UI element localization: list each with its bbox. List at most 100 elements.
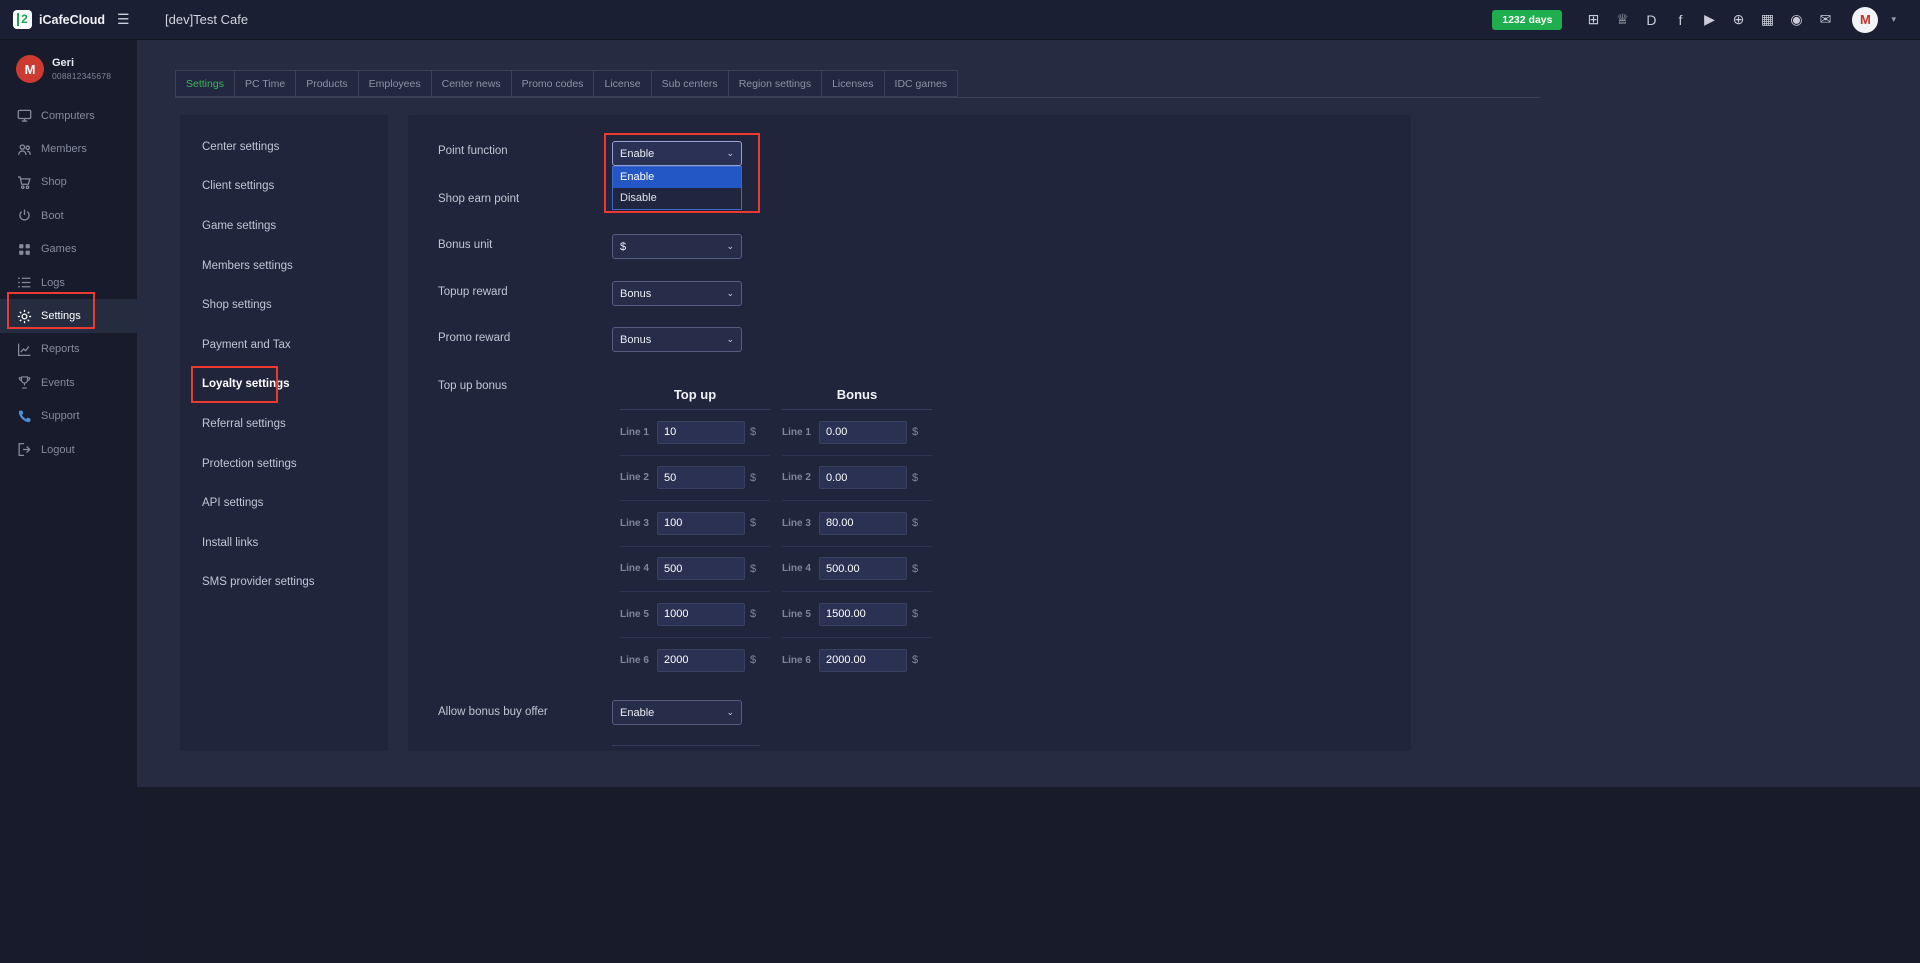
- tab-idc-games[interactable]: IDC games: [884, 70, 959, 97]
- line-label: Line 4: [620, 563, 657, 574]
- dropdown-option-enable[interactable]: Enable: [613, 167, 741, 188]
- settings-submenu: Center settings Client settings Game set…: [180, 115, 388, 751]
- sidebar-item-label: Logout: [41, 444, 75, 456]
- sidebar-item-label: Settings: [41, 310, 81, 322]
- sidebar-item-logout[interactable]: Logout: [0, 433, 137, 466]
- submenu-item-payment-and-tax[interactable]: Payment and Tax: [180, 325, 388, 365]
- card-icon[interactable]: ▦: [1759, 11, 1775, 28]
- currency-suffix: $: [912, 426, 918, 438]
- tab-licenses[interactable]: Licenses: [821, 70, 884, 97]
- sidebar-item-label: Boot: [41, 210, 64, 222]
- license-days-badge: 1232 days: [1492, 10, 1562, 30]
- table-row: Line 4 $: [782, 547, 932, 593]
- sidebar-item-support[interactable]: Support: [0, 400, 137, 433]
- tab-settings[interactable]: Settings: [175, 70, 235, 97]
- user-avatar[interactable]: M: [16, 55, 44, 83]
- mail-icon[interactable]: ✉: [1817, 11, 1833, 28]
- bonus-unit-select[interactable]: $ ⌄: [612, 234, 742, 259]
- games-icon: [17, 242, 32, 257]
- bonus-line-1-input[interactable]: [819, 421, 907, 444]
- bonus-line-6-input[interactable]: [819, 649, 907, 672]
- sidebar-item-label: Logs: [41, 277, 65, 289]
- topup-reward-select[interactable]: Bonus ⌄: [612, 281, 742, 306]
- topup-line-3-input[interactable]: [657, 512, 745, 535]
- tabbar: Settings PC Time Products Employees Cent…: [175, 70, 1540, 98]
- selected-value: Bonus: [620, 334, 651, 346]
- submenu-item-client-settings[interactable]: Client settings: [180, 167, 388, 207]
- bonus-line-2-input[interactable]: [819, 466, 907, 489]
- currency-suffix: $: [912, 517, 918, 529]
- line-label: Line 5: [620, 609, 657, 620]
- bonus-line-3-input[interactable]: [819, 512, 907, 535]
- app-logo-text: iCafeCloud: [39, 13, 105, 27]
- chevron-down-icon: ⌄: [726, 334, 734, 345]
- divider: [612, 745, 760, 746]
- point-function-select[interactable]: Enable ⌄: [612, 141, 742, 166]
- table-row: Line 4 $: [620, 547, 770, 593]
- menu-toggle-icon[interactable]: ☰: [117, 11, 130, 28]
- eye-icon[interactable]: ◉: [1788, 11, 1804, 28]
- field-label-shop-earn-point: Shop earn point: [438, 193, 519, 205]
- sidebar-item-members[interactable]: Members: [0, 132, 137, 165]
- submenu-item-game-settings[interactable]: Game settings: [180, 206, 388, 246]
- line-label: Line 6: [782, 655, 819, 666]
- sidebar-item-events[interactable]: Events: [0, 366, 137, 399]
- chevron-down-icon[interactable]: ▾: [1891, 14, 1896, 25]
- topup-line-4-input[interactable]: [657, 557, 745, 580]
- sidebar-item-games[interactable]: Games: [0, 233, 137, 266]
- field-label-bonus-unit: Bonus unit: [438, 239, 492, 251]
- facebook-icon[interactable]: f: [1672, 12, 1688, 28]
- sidebar-item-settings[interactable]: Settings: [0, 299, 137, 332]
- sidebar-item-shop[interactable]: Shop: [0, 166, 137, 199]
- topbar-actions: 1232 days ⊞ ♕ D f ▶ ⊕ ▦ ◉ ✉ M ▾: [1492, 7, 1920, 33]
- sidebar-item-computers[interactable]: Computers: [0, 99, 137, 132]
- tab-license[interactable]: License: [593, 70, 651, 97]
- table-row: Line 6 $: [620, 638, 770, 684]
- tab-products[interactable]: Products: [295, 70, 358, 97]
- sidebar-item-label: Computers: [41, 110, 95, 122]
- topup-line-1-input[interactable]: [657, 421, 745, 444]
- topup-line-5-input[interactable]: [657, 603, 745, 626]
- chevron-down-icon: ⌄: [726, 288, 734, 299]
- dropdown-option-disable[interactable]: Disable: [613, 188, 741, 209]
- submenu-item-referral-settings[interactable]: Referral settings: [180, 404, 388, 444]
- topup-line-6-input[interactable]: [657, 649, 745, 672]
- tab-sub-centers[interactable]: Sub centers: [651, 70, 729, 97]
- submenu-item-center-settings[interactable]: Center settings: [180, 127, 388, 167]
- sidebar-menu: Computers Members Shop Boot Games Logs S…: [0, 99, 137, 466]
- chevron-down-icon: ⌄: [726, 148, 734, 159]
- bonus-line-4-input[interactable]: [819, 557, 907, 580]
- allow-bonus-buy-offer-select[interactable]: Enable ⌄: [612, 700, 742, 725]
- submenu-item-loyalty-settings[interactable]: Loyalty settings: [180, 365, 388, 405]
- tab-center-news[interactable]: Center news: [431, 70, 512, 97]
- logs-icon: [17, 275, 32, 290]
- discord-icon[interactable]: D: [1643, 12, 1659, 28]
- field-label-top-up-bonus: Top up bonus: [438, 380, 507, 392]
- topbar: 2 iCafeCloud ☰ [dev]Test Cafe 1232 days …: [0, 0, 1920, 40]
- main-content: Settings PC Time Products Employees Cent…: [137, 40, 1920, 787]
- logo-area: 2 iCafeCloud ☰: [0, 10, 137, 29]
- submenu-item-protection-settings[interactable]: Protection settings: [180, 444, 388, 484]
- gear-icon: [17, 309, 32, 324]
- tab-region-settings[interactable]: Region settings: [728, 70, 822, 97]
- tab-promo-codes[interactable]: Promo codes: [511, 70, 595, 97]
- youtube-icon[interactable]: ▶: [1701, 11, 1717, 28]
- globe-icon[interactable]: ⊕: [1730, 11, 1746, 28]
- submenu-item-sms-provider-settings[interactable]: SMS provider settings: [180, 563, 388, 603]
- promo-reward-select[interactable]: Bonus ⌄: [612, 327, 742, 352]
- sidebar-item-reports[interactable]: Reports: [0, 333, 137, 366]
- trophy-icon[interactable]: ♕: [1614, 11, 1630, 28]
- submenu-item-members-settings[interactable]: Members settings: [180, 246, 388, 286]
- submenu-item-install-links[interactable]: Install links: [180, 523, 388, 563]
- field-label-topup-reward: Topup reward: [438, 286, 508, 298]
- tab-employees[interactable]: Employees: [358, 70, 432, 97]
- topup-line-2-input[interactable]: [657, 466, 745, 489]
- avatar[interactable]: M: [1852, 7, 1878, 33]
- bonus-line-5-input[interactable]: [819, 603, 907, 626]
- tab-pc-time[interactable]: PC Time: [234, 70, 296, 97]
- grid-icon[interactable]: ⊞: [1585, 11, 1601, 28]
- sidebar-item-logs[interactable]: Logs: [0, 266, 137, 299]
- submenu-item-api-settings[interactable]: API settings: [180, 483, 388, 523]
- submenu-item-shop-settings[interactable]: Shop settings: [180, 285, 388, 325]
- sidebar-item-boot[interactable]: Boot: [0, 199, 137, 232]
